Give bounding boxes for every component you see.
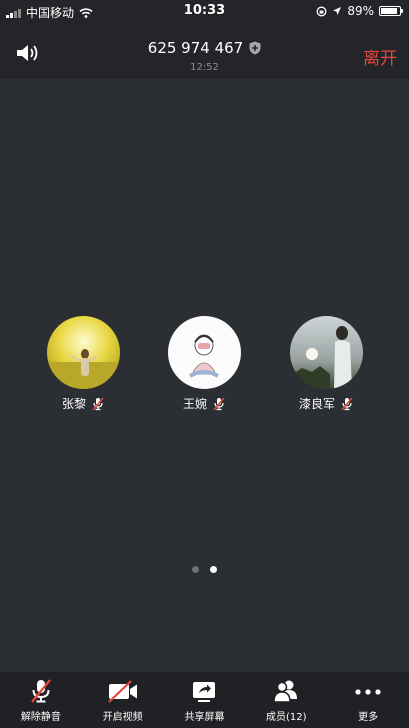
members-label: 成员(12): [266, 712, 307, 723]
location-icon: [333, 7, 342, 15]
mic-muted-icon: [31, 679, 51, 703]
status-bar: 中国移动 10:33 89%: [0, 0, 409, 22]
video-off-icon: [107, 680, 137, 703]
participant-tile[interactable]: 张黎: [33, 316, 133, 412]
participant-name-row: 王婉: [154, 395, 254, 412]
battery-fill: [381, 8, 397, 14]
unmute-button[interactable]: 解除静音: [0, 672, 82, 728]
more-button[interactable]: 更多: [327, 672, 409, 728]
participant-name: 张黎: [61, 397, 86, 411]
members-button[interactable]: 成员(12): [245, 672, 327, 728]
participant-grid: 张黎 王婉 漆良军: [0, 316, 409, 416]
orientation-lock-icon: [316, 6, 327, 16]
start-video-label: 开启视频: [102, 712, 143, 723]
battery-percent: 89%: [347, 4, 374, 18]
page-dot[interactable]: [192, 566, 199, 573]
participant-tile[interactable]: 漆良军: [276, 316, 376, 412]
battery-icon: [379, 6, 403, 16]
page-dot-active[interactable]: [210, 566, 217, 573]
meeting-id: 625 974 467: [147, 39, 244, 57]
avatar: [289, 316, 363, 389]
unmute-label: 解除静音: [20, 712, 61, 723]
participant-tile[interactable]: 王婉: [154, 316, 254, 412]
status-right: 89%: [316, 4, 403, 18]
page-indicator[interactable]: [0, 566, 409, 573]
mic-muted-icon: [92, 397, 104, 410]
members-icon: [273, 680, 298, 703]
bottom-toolbar: 解除静音 开启视频 共享屏幕 成员(12) 更多: [0, 672, 409, 728]
share-screen-label: 共享屏幕: [184, 712, 225, 723]
participant-name-row: 张黎: [33, 395, 133, 412]
start-video-button[interactable]: 开启视频: [82, 672, 164, 728]
more-label: 更多: [358, 712, 379, 723]
share-screen-icon: [193, 682, 216, 702]
avatar: [167, 316, 241, 389]
mic-muted-icon: [341, 397, 353, 410]
participant-name: 王婉: [182, 397, 207, 411]
participant-name-row: 漆良军: [276, 395, 376, 412]
meeting-id-row[interactable]: 625 974 467: [0, 39, 409, 57]
participant-name: 漆良军: [298, 397, 335, 411]
share-screen-button[interactable]: 共享屏幕: [164, 672, 246, 728]
shield-icon: [249, 41, 261, 55]
meeting-header: 625 974 467 12:52 离开: [0, 22, 409, 79]
avatar: [46, 316, 120, 389]
mic-muted-icon: [213, 397, 225, 410]
leave-button[interactable]: 离开: [363, 44, 397, 69]
more-icon: [355, 689, 381, 695]
meeting-duration: 12:52: [190, 62, 219, 73]
